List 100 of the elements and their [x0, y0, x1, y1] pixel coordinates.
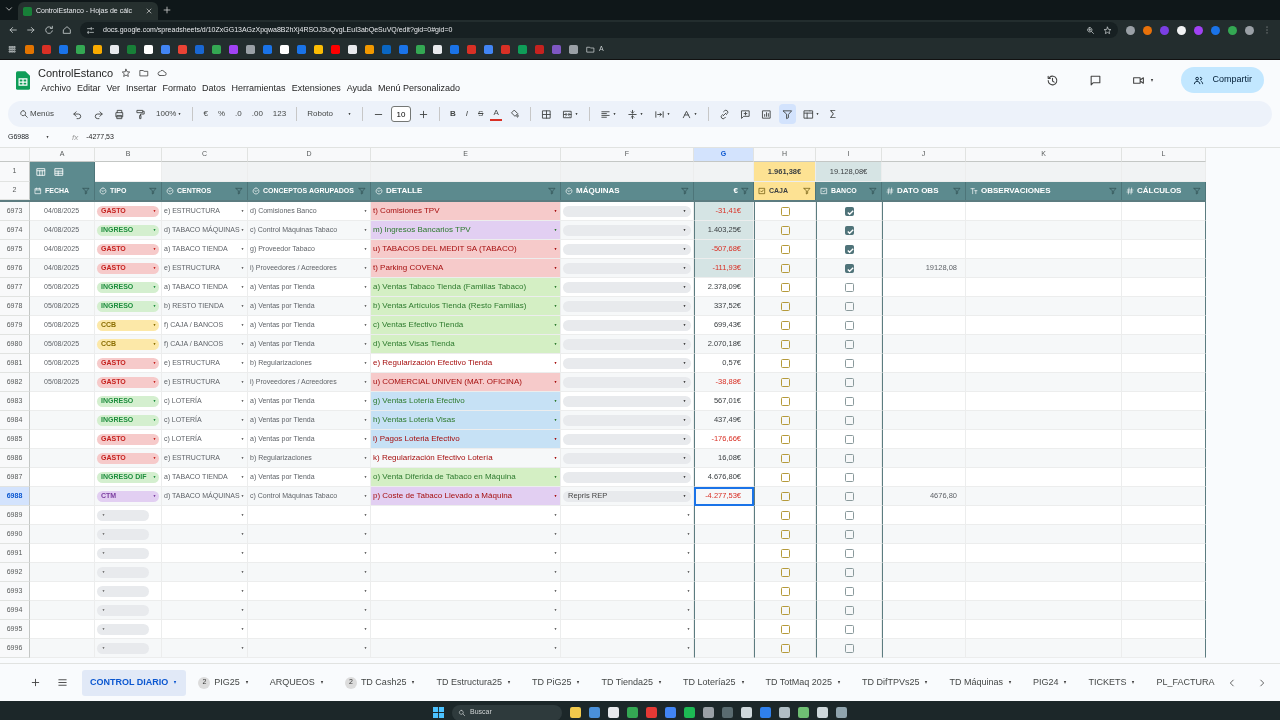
column-title-cell[interactable]: MÁQUINAS: [561, 182, 694, 200]
taskbar-app-icon[interactable]: [608, 707, 619, 718]
dropdown-cell[interactable]: c) Ventas Efectivo Tienda: [371, 316, 561, 335]
filter-icon[interactable]: [149, 187, 157, 195]
checkbox[interactable]: [844, 358, 854, 368]
checkbox[interactable]: [844, 624, 854, 634]
sheet-tab[interactable]: PL_FACTURA: [1148, 669, 1223, 696]
dropdown-cell[interactable]: h) Ventas Loteria Visas: [371, 411, 561, 430]
dropdown-cell[interactable]: u) COMERCIAL UNIVEN (MAT. OFICINA): [371, 373, 561, 392]
zoom-icon[interactable]: [1086, 25, 1095, 35]
star-icon[interactable]: [121, 68, 132, 79]
increase-decimals-button[interactable]: .00: [248, 104, 266, 124]
strikethrough-button[interactable]: S: [475, 104, 487, 124]
taskbar-app-icon[interactable]: [722, 707, 733, 718]
filter-icon[interactable]: [953, 187, 961, 195]
checkbox[interactable]: [844, 567, 854, 577]
taskbar-app-icon[interactable]: [684, 707, 695, 718]
filter-icon[interactable]: [1109, 187, 1117, 195]
checkbox[interactable]: [780, 415, 790, 425]
checkbox[interactable]: [844, 491, 854, 501]
reload-icon[interactable]: [44, 25, 54, 35]
italic-button[interactable]: I: [462, 104, 472, 124]
checkbox[interactable]: [780, 263, 790, 273]
windows-start-icon[interactable]: [433, 707, 444, 718]
menu-item[interactable]: Formato: [159, 81, 200, 95]
sheets-logo-icon[interactable]: [23, 6, 32, 16]
checkbox[interactable]: [780, 396, 790, 406]
checkbox[interactable]: [844, 377, 854, 387]
column-title-cell[interactable]: DATO OBS: [882, 182, 966, 200]
menu-item[interactable]: Herramientas: [228, 81, 289, 95]
checkbox[interactable]: [844, 415, 854, 425]
dropdown-cell[interactable]: a) Ventas Tabaco Tienda (Familias Tabaco): [371, 278, 561, 297]
dropdown-cell[interactable]: o) Venta Diferida de Tabaco en Máquina: [371, 468, 561, 487]
taskbar-app-icon[interactable]: [627, 707, 638, 718]
column-title-cell[interactable]: OBSERVACIONES: [966, 182, 1122, 200]
checkbox[interactable]: [844, 510, 854, 520]
checkbox[interactable]: [780, 282, 790, 292]
dropdown-cell[interactable]: d) Ventas Visas Tienda: [371, 335, 561, 354]
checkbox[interactable]: [844, 263, 854, 273]
taskbar-app-icon[interactable]: [646, 707, 657, 718]
menu-search-button[interactable]: Menús: [16, 104, 57, 124]
checkbox[interactable]: [844, 301, 854, 311]
menu-item[interactable]: Editar: [74, 81, 104, 95]
taskbar-app-icon[interactable]: [741, 707, 752, 718]
taskbar-app-icon[interactable]: [836, 707, 847, 718]
decrease-decimals-button[interactable]: .0: [232, 104, 245, 124]
filter-icon[interactable]: [358, 187, 366, 195]
taskbar-app-icon[interactable]: [798, 707, 809, 718]
dropdown-cell[interactable]: e) Regularización Efectivo Tienda: [371, 354, 561, 373]
checkbox[interactable]: [844, 244, 854, 254]
dropdown-cell[interactable]: i) Pagos Loteria Efectivo: [371, 430, 561, 449]
sheet-tab[interactable]: TD PiG25: [523, 669, 590, 696]
menu-item[interactable]: Archivo: [38, 81, 74, 95]
percent-format-button[interactable]: %: [214, 104, 229, 124]
menu-item[interactable]: Menú Personalizado: [375, 81, 464, 95]
cloud-icon[interactable]: [157, 68, 168, 79]
filter-icon[interactable]: [548, 187, 556, 195]
checkbox[interactable]: [780, 643, 790, 653]
menu-item[interactable]: Ver: [103, 81, 124, 95]
dropdown-cell[interactable]: g) Ventas Lotería Efectivo: [371, 392, 561, 411]
dropdown-cell[interactable]: b) Ventas Artículos Tienda (Resto Familias): [371, 297, 561, 316]
checkbox[interactable]: [780, 510, 790, 520]
filter-icon[interactable]: [869, 187, 877, 195]
checkbox[interactable]: [780, 206, 790, 216]
taskbar-app-icon[interactable]: [703, 707, 714, 718]
checkbox[interactable]: [780, 358, 790, 368]
checkbox[interactable]: [780, 244, 790, 254]
close-icon[interactable]: [145, 7, 153, 15]
checkbox[interactable]: [780, 377, 790, 387]
sheet-tab[interactable]: TD Tienda25: [593, 669, 671, 696]
checkbox[interactable]: [780, 339, 790, 349]
all-sheets-icon[interactable]: [57, 677, 68, 688]
checkbox[interactable]: [780, 301, 790, 311]
sheet-tab[interactable]: TD Máquinas: [941, 669, 1021, 696]
filter-button[interactable]: [778, 104, 796, 124]
zoom-select[interactable]: 100%: [153, 104, 186, 124]
font-select[interactable]: Roboto: [304, 104, 355, 124]
filter-icon[interactable]: [235, 187, 243, 195]
forward-icon[interactable]: [26, 25, 36, 35]
taskbar-app-icon[interactable]: [665, 707, 676, 718]
checkbox[interactable]: [780, 320, 790, 330]
dropdown-cell[interactable]: u) TABACOS DEL MEDIT SA (TABACO): [371, 240, 561, 259]
filter-icon[interactable]: [82, 187, 90, 195]
checkbox[interactable]: [844, 548, 854, 558]
checkbox[interactable]: [780, 548, 790, 558]
sheet-tab[interactable]: TD DifTPVs25: [853, 669, 938, 696]
sheet-tab[interactable]: TD Estructura25: [428, 669, 520, 696]
filter-icon[interactable]: [803, 187, 811, 195]
number-format-button[interactable]: 123: [269, 104, 290, 124]
font-size-field[interactable]: 10: [391, 106, 411, 122]
menu-item[interactable]: Datos: [199, 81, 229, 95]
checkbox[interactable]: [780, 567, 790, 577]
column-title-cell[interactable]: CÁLCULOS: [1122, 182, 1206, 200]
sheets-logo-icon[interactable]: [16, 70, 30, 90]
checkbox[interactable]: [780, 529, 790, 539]
checkbox[interactable]: [844, 206, 854, 216]
table-view-icon[interactable]: [54, 167, 64, 177]
checkbox[interactable]: [844, 396, 854, 406]
functions-button[interactable]: Σ: [826, 104, 839, 124]
sheet-tab[interactable]: ARQUEOS: [261, 669, 333, 696]
